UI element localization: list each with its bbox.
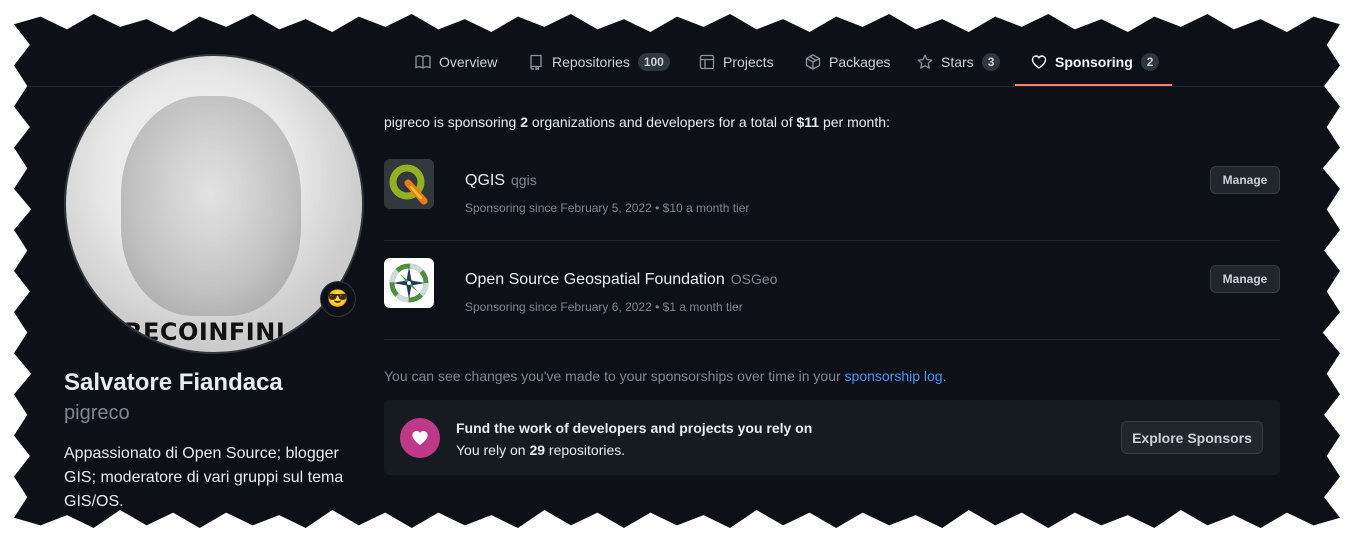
- table-icon: [699, 54, 715, 70]
- sponsor-handle[interactable]: qgis: [511, 172, 537, 188]
- log-text-end: .: [942, 368, 947, 384]
- tab-label: Packages: [829, 54, 891, 70]
- sponsorship-log-link[interactable]: sponsorship log: [845, 368, 943, 384]
- summary-count: 2: [520, 114, 528, 130]
- star-icon: [917, 54, 933, 69]
- qgis-logo[interactable]: [384, 159, 434, 209]
- status-emoji-button[interactable]: 😎: [320, 281, 356, 317]
- repo-icon: [530, 54, 542, 70]
- fund-subtitle: You rely on 29 repositories.: [456, 442, 625, 458]
- page-frame: Overview Repositories 100 Projects Packa…: [14, 14, 1340, 528]
- heart-fill-icon: [412, 431, 428, 445]
- fund-sub-suffix: repositories.: [545, 442, 626, 458]
- tab-label: Stars: [941, 54, 974, 70]
- summary-suffix: per month:: [819, 114, 890, 130]
- profile-name: Salvatore Fiandaca: [64, 369, 283, 396]
- summary-prefix: pigreco is sponsoring: [384, 114, 521, 130]
- sponsorship-log-text: You can see changes you've made to your …: [384, 368, 946, 384]
- book-icon: [415, 55, 431, 69]
- summary-middle: organizations and developers for a total…: [527, 114, 797, 130]
- explore-sponsors-button[interactable]: Explore Sponsors: [1121, 421, 1263, 454]
- profile-bio: Appassionato di Open Source; blogger GIS…: [64, 445, 344, 510]
- sponsor-display-name[interactable]: Open Source Geospatial Foundation: [465, 271, 725, 288]
- avatar-caption: RECOINFINI: [124, 318, 286, 346]
- tab-counter: 100: [637, 53, 670, 71]
- sponsor-display-name[interactable]: QGIS: [465, 172, 505, 189]
- log-text-prefix: You can see changes you've made to your …: [384, 368, 845, 384]
- summary-amount: $11: [796, 114, 820, 130]
- sponsor-meta: Sponsoring since February 6, 2022 • $1 a…: [465, 300, 743, 314]
- sponsor-handle[interactable]: OSGeo: [731, 271, 778, 287]
- profile-login: pigreco: [64, 402, 130, 424]
- sponsor-name[interactable]: Open Source Geospatial Foundation OSGeo: [465, 271, 777, 289]
- fund-sub-prefix: You rely on: [456, 442, 530, 458]
- heart-badge: [400, 418, 440, 458]
- heart-icon: [1031, 55, 1047, 69]
- manage-button[interactable]: Manage: [1210, 265, 1280, 293]
- tab-packages[interactable]: Packages: [805, 52, 890, 72]
- osgeo-compass-icon: [389, 263, 429, 303]
- fund-callout: Fund the work of developers and projects…: [384, 400, 1280, 475]
- tab-label: Sponsoring: [1055, 54, 1133, 70]
- sponsorship-row: Open Source Geospatial Foundation OSGeo S…: [384, 240, 1280, 340]
- tab-label: Repositories: [552, 54, 630, 70]
- tab-sponsoring[interactable]: Sponsoring 2: [1031, 52, 1160, 72]
- fund-sub-count: 29: [529, 442, 546, 458]
- tab-label: Projects: [723, 54, 774, 70]
- tab-overview[interactable]: Overview: [415, 52, 497, 72]
- sponsoring-summary: pigreco is sponsoring 2 organizations an…: [384, 114, 890, 130]
- tab-projects[interactable]: Projects: [699, 52, 774, 72]
- manage-button[interactable]: Manage: [1210, 166, 1280, 194]
- sunglasses-emoji-icon: 😎: [327, 289, 349, 308]
- fund-title: Fund the work of developers and projects…: [456, 420, 813, 436]
- tab-stars[interactable]: Stars 3: [917, 52, 1001, 72]
- package-icon: [805, 54, 821, 70]
- sponsor-meta: Sponsoring since February 5, 2022 • $10 …: [465, 201, 750, 215]
- sponsor-name[interactable]: QGIS qgis: [465, 172, 537, 190]
- osgeo-logo[interactable]: [384, 258, 434, 308]
- avatar[interactable]: RECOINFINI: [64, 54, 364, 354]
- tab-label: Overview: [439, 54, 498, 70]
- qgis-logo-icon: [389, 164, 428, 205]
- avatar-portrait: [121, 96, 301, 316]
- tab-counter: 2: [1140, 53, 1160, 71]
- sponsorship-row: QGIS qgis Sponsoring since February 5, 20…: [384, 141, 1280, 241]
- tab-repositories[interactable]: Repositories 100: [528, 52, 670, 72]
- tab-counter: 3: [981, 53, 1001, 71]
- active-tab-indicator: [1015, 84, 1172, 86]
